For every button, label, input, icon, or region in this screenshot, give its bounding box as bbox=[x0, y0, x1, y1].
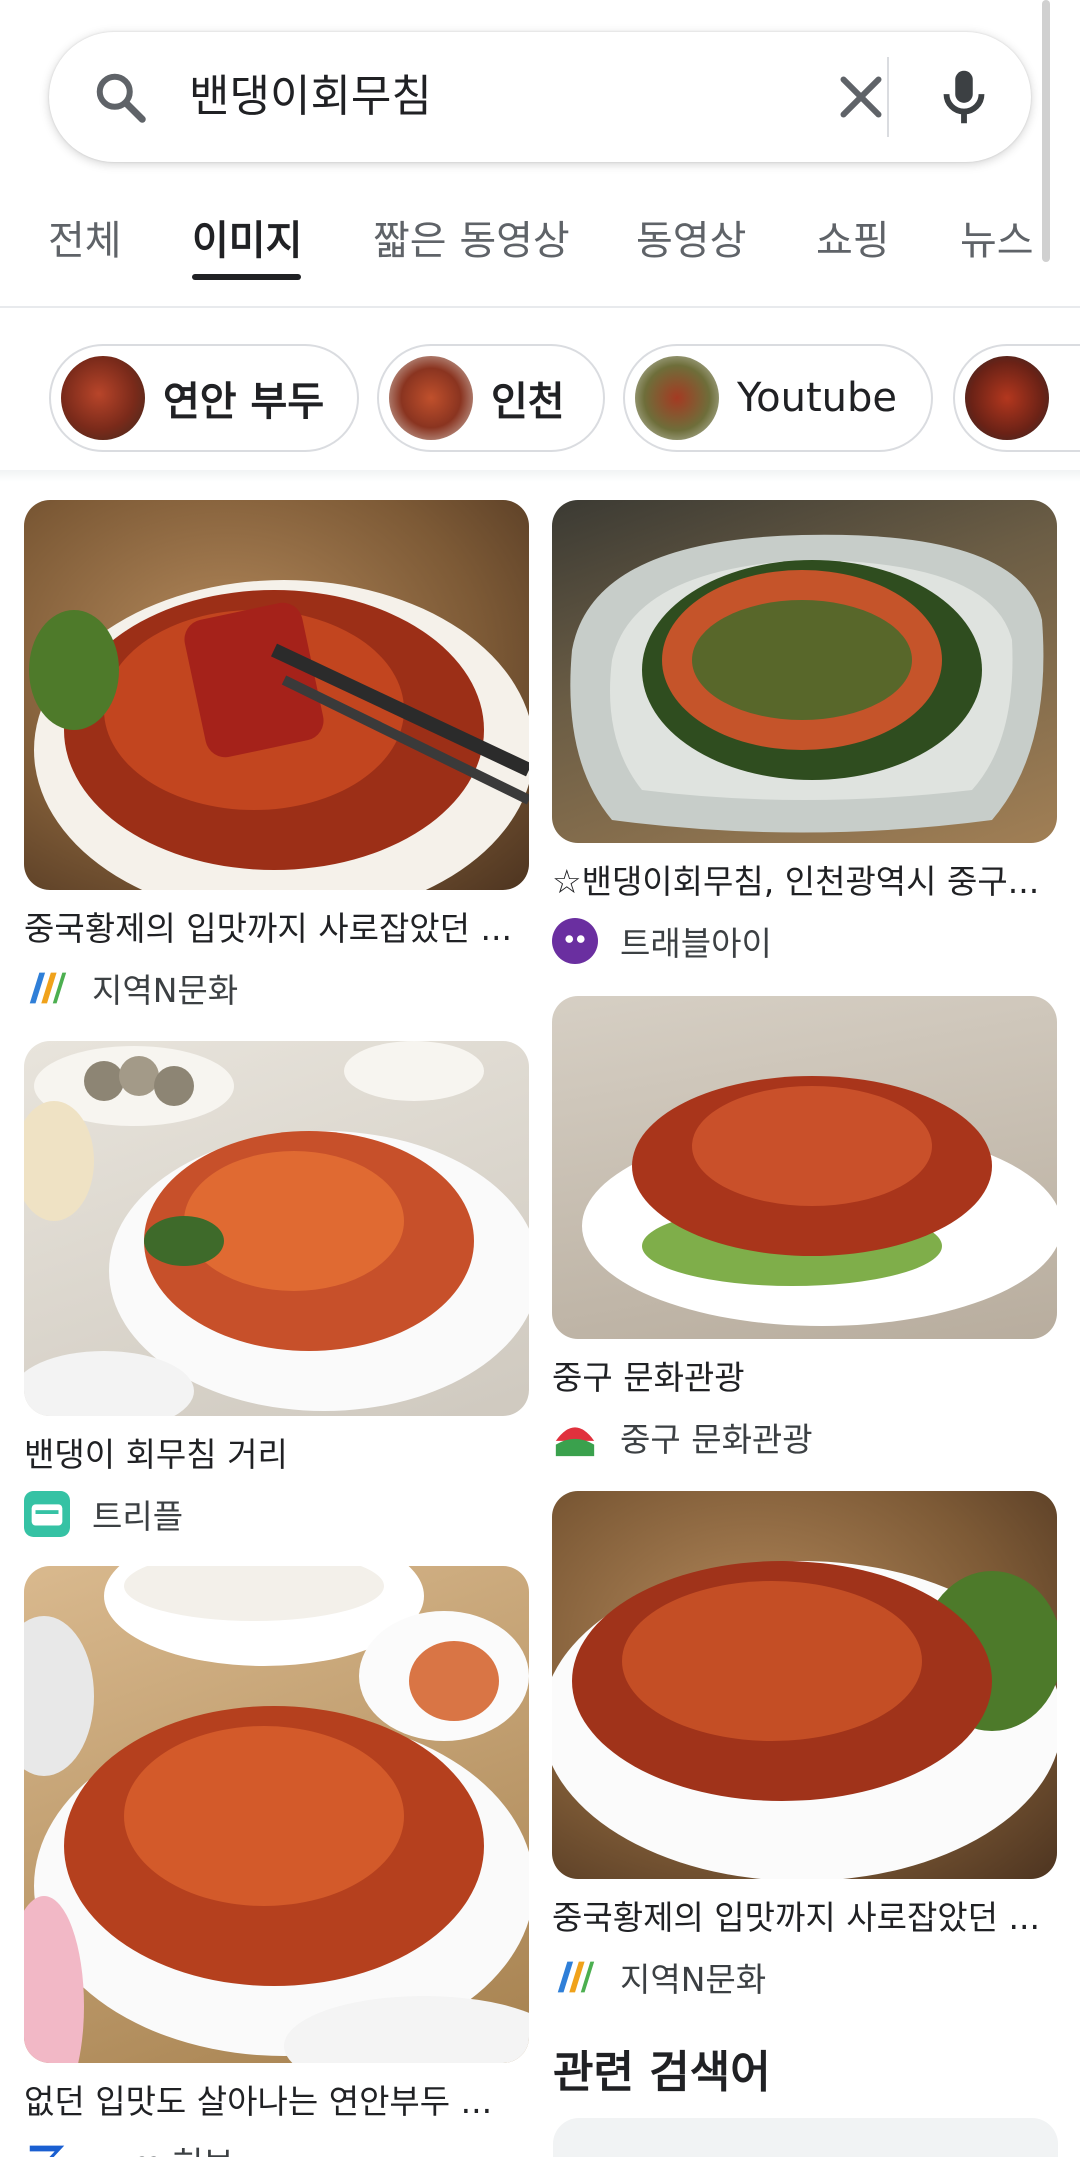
source-name: zum 허브 bbox=[92, 2137, 234, 2157]
tabs-divider bbox=[0, 306, 1080, 308]
result-image bbox=[552, 996, 1057, 1339]
search-tabs: 전체 이미지 짧은 동영상 동영상 쇼핑 뉴스 bbox=[0, 196, 1080, 306]
chip-thumbnail bbox=[965, 356, 1049, 440]
dish-illustration bbox=[29, 580, 529, 890]
image-result[interactable]: 중국황제의 입맛까지 사로잡았던 ... 지역N문화 bbox=[24, 500, 529, 1012]
result-image bbox=[24, 1041, 529, 1416]
chip-yeonan-budu[interactable]: 연안 부두 bbox=[49, 344, 359, 452]
dish-illustration bbox=[570, 534, 1044, 833]
image-result[interactable]: 없던 입맛도 살아나는 연안부두 ... zum 허브 bbox=[24, 1566, 529, 2157]
related-searches-heading: 관련 검색어 bbox=[553, 2047, 771, 2098]
result-title: 중국황제의 입맛까지 사로잡았던 ... bbox=[552, 1898, 1040, 1937]
image-result[interactable]: 밴댕이 회무침 거리 트리플 bbox=[24, 1041, 529, 1538]
dish-illustration bbox=[24, 1566, 529, 2063]
image-result[interactable]: ☆밴댕이회무침, 인천광역시 중구... 트래블아이 bbox=[552, 500, 1057, 965]
result-title: 밴댕이 회무침 거리 bbox=[24, 1435, 288, 1474]
dish-illustration bbox=[24, 1041, 529, 1416]
source-name: 트리플 bbox=[92, 1497, 184, 1536]
tab-all[interactable]: 전체 bbox=[48, 208, 122, 266]
microphone-icon[interactable] bbox=[929, 62, 999, 132]
result-source: 중구 문화관광 bbox=[552, 1413, 1057, 1461]
result-image bbox=[552, 500, 1057, 843]
triple-app-icon bbox=[24, 1491, 70, 1537]
result-image bbox=[24, 500, 529, 890]
result-title: 중국황제의 입맛까지 사로잡았던 ... bbox=[24, 909, 512, 948]
result-title: 없던 입맛도 살아나는 연안부두 ... bbox=[24, 2082, 493, 2121]
chip-incheon[interactable]: 인천 bbox=[377, 344, 605, 452]
source-name: 지역N문화 bbox=[620, 1960, 767, 1999]
chip-youtube[interactable]: Youtube bbox=[623, 344, 933, 452]
junggu-logo-icon bbox=[555, 1427, 595, 1457]
chips-shadow bbox=[0, 470, 1080, 482]
tab-short-videos[interactable]: 짧은 동영상 bbox=[373, 208, 570, 266]
result-title: ☆밴댕이회무침, 인천광역시 중구... bbox=[552, 862, 1040, 901]
active-tab-indicator bbox=[192, 274, 301, 280]
source-name: 트래블아이 bbox=[620, 924, 772, 963]
chip-label: 인천 bbox=[491, 379, 565, 425]
result-source: 지역N문화 bbox=[24, 964, 529, 1012]
search-icon bbox=[96, 73, 146, 123]
image-result[interactable]: 중국황제의 입맛까지 사로잡았던 ... 지역N문화 bbox=[552, 1491, 1057, 2001]
jiyeok-n-munhwa-logo-icon bbox=[557, 1961, 595, 1993]
tab-videos[interactable]: 동영상 bbox=[636, 208, 746, 266]
result-source: 지역N문화 bbox=[552, 1953, 1057, 2001]
search-query-text[interactable]: 밴댕이회무침 bbox=[189, 32, 432, 162]
filter-chips: 연안 부두 인천 Youtube bbox=[0, 344, 1080, 454]
tab-news[interactable]: 뉴스 bbox=[960, 208, 1034, 266]
chip-label: 연안 부두 bbox=[163, 379, 325, 425]
chip-thumbnail bbox=[61, 356, 145, 440]
chip-thumbnail bbox=[389, 356, 473, 440]
dish-illustration bbox=[552, 1561, 1057, 1879]
result-title: 중구 문화관광 bbox=[552, 1358, 745, 1397]
chip-more[interactable] bbox=[953, 344, 1080, 452]
close-icon[interactable] bbox=[831, 67, 891, 127]
result-source: 트리플 bbox=[24, 1490, 529, 1538]
search-divider bbox=[887, 57, 889, 137]
search-bar[interactable]: 밴댕이회무침 bbox=[49, 32, 1031, 162]
result-image bbox=[24, 1566, 529, 2063]
result-source: 트래블아이 bbox=[552, 917, 1057, 965]
result-source: zum 허브 bbox=[24, 2137, 529, 2157]
travel-eye-avatar-icon bbox=[552, 918, 598, 964]
chip-thumbnail bbox=[635, 356, 719, 440]
tab-shopping[interactable]: 쇼핑 bbox=[816, 208, 890, 266]
jiyeok-n-munhwa-logo-icon bbox=[29, 972, 67, 1004]
result-image bbox=[552, 1491, 1057, 1879]
source-name: 중구 문화관광 bbox=[620, 1420, 813, 1459]
zum-logo-icon bbox=[29, 2145, 65, 2157]
related-search-card[interactable] bbox=[553, 2118, 1058, 2157]
image-result[interactable]: 중구 문화관광 중구 문화관광 bbox=[552, 996, 1057, 1461]
chip-label: Youtube bbox=[737, 375, 897, 421]
source-name: 지역N문화 bbox=[92, 971, 239, 1010]
dish-illustration bbox=[582, 1076, 1057, 1326]
tab-images[interactable]: 이미지 bbox=[192, 208, 302, 266]
